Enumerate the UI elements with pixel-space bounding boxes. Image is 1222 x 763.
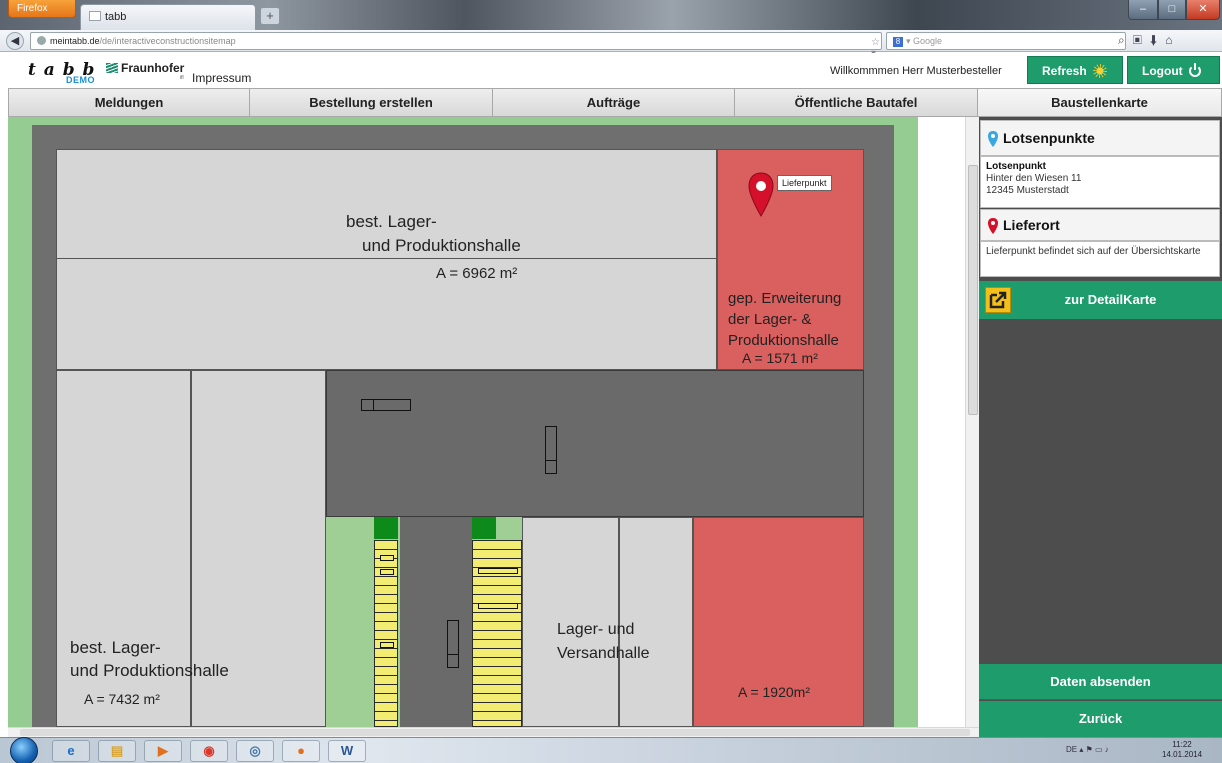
tab-auftraege[interactable]: Aufträge: [493, 88, 735, 117]
truck-icon: [545, 426, 557, 474]
lotsenpunkt-details[interactable]: Lotsenpunkt Hinter den Wiesen 11 12345 M…: [980, 156, 1220, 208]
extension-area-size: A = 1571 m²: [742, 350, 818, 366]
truck-icon: [447, 620, 459, 668]
map-horizontal-scrollbar[interactable]: [8, 727, 979, 737]
tab-meldungen[interactable]: Meldungen: [8, 88, 250, 117]
search-placeholder: Google: [913, 36, 943, 46]
system-tray[interactable]: DE ▴ ⚑ ▭ ♪: [1066, 745, 1109, 754]
lieferort-details: Lieferpunkt befindet sich auf der Übersi…: [980, 241, 1220, 277]
globe-icon: [37, 36, 46, 45]
main-menu: Meldungen Bestellung erstellen Aufträge …: [8, 88, 1222, 117]
clock[interactable]: 11:22 14.01.2014: [1162, 740, 1202, 760]
url-bar[interactable]: meintabb.de/de/interactiveconstructionsi…: [30, 32, 882, 70]
welcome-text: Willkommmen Herr Musterbesteller: [830, 65, 1002, 77]
map-vertical-scrollbar[interactable]: [965, 117, 979, 727]
scroll-thumb[interactable]: [968, 165, 978, 415]
fraunhofer-sub: ifl: [180, 75, 184, 81]
building-left-line2: und Produktionshalle: [70, 661, 229, 680]
lieferpunkt-label: Lieferpunkt: [777, 175, 832, 191]
start-button[interactable]: [10, 737, 38, 763]
maximize-button[interactable]: □: [1158, 0, 1186, 20]
extension-line2: der Lager- &: [728, 311, 812, 328]
browser-navbar: ◀ meintabb.de/de/interactiveconstruction…: [0, 30, 1222, 70]
refresh-sun-icon: [1092, 64, 1107, 78]
firefox-menu-button[interactable]: Firefox: [8, 0, 76, 18]
url-domain: meintabb.de: [50, 36, 100, 46]
planned-area-size: A = 1920m²: [738, 684, 810, 700]
building-top[interactable]: [56, 149, 717, 370]
page-icon: [89, 11, 101, 21]
explorer-folder-icon[interactable]: ▤: [98, 740, 136, 762]
refresh-button[interactable]: Refresh: [1027, 56, 1123, 84]
back-button[interactable]: Zurück: [979, 701, 1222, 737]
detail-map-button[interactable]: zur DetailKarte: [979, 281, 1222, 319]
versand-line1: Lager- und: [557, 621, 635, 638]
tab-title: tabb: [105, 11, 127, 23]
close-window-button[interactable]: ✕: [1186, 0, 1220, 20]
tab-baustellenkarte[interactable]: Baustellenkarte: [978, 88, 1222, 117]
new-tab-button[interactable]: +: [260, 7, 280, 25]
back-arrow-icon[interactable]: ◀: [6, 32, 24, 50]
right-panel: Lotsenpunkte Lotsenpunkt Hinter den Wies…: [979, 117, 1222, 737]
fraunhofer-mark-icon: [106, 63, 118, 73]
lotsenpunkt-city: 12345 Musterstadt: [986, 185, 1069, 196]
search-bar[interactable]: 8 ▾ Google: [886, 32, 1126, 50]
logout-button[interactable]: Logout: [1127, 56, 1220, 84]
toolbar-icons[interactable]: ⌕▣⬇⌂: [1118, 33, 1181, 48]
send-data-button[interactable]: Daten absenden: [979, 664, 1222, 700]
minimize-button[interactable]: –: [1128, 0, 1158, 20]
lotsenpunkt-street: Hinter den Wiesen 11: [986, 173, 1082, 184]
windows-taskbar: e ▤ ▶ ◉ ◎ ● W DE ▴ ⚑ ▭ ♪ 11:22 14.01.201…: [0, 737, 1222, 763]
building-top-area: A = 6962 m²: [436, 265, 518, 282]
building-top-line1: best. Lager-: [346, 212, 437, 231]
impressum-link[interactable]: Impressum: [192, 71, 251, 85]
fraunhofer-logo: Fraunhofer: [106, 61, 184, 75]
power-icon: [1188, 63, 1201, 77]
firefox-icon[interactable]: ●: [282, 740, 320, 762]
demo-label: DEMO: [66, 75, 95, 85]
lieferpunkt-pin-icon[interactable]: [748, 172, 774, 218]
lieferort-pin-icon: [988, 218, 998, 234]
building-left-area: A = 7432 m²: [84, 691, 160, 707]
browser-titlebar: Firefox tabb + – □ ✕: [0, 0, 1222, 30]
external-link-icon: [985, 287, 1011, 313]
green-marker: [374, 517, 398, 539]
lotsenpunkte-header[interactable]: Lotsenpunkte: [980, 120, 1220, 156]
lieferort-header[interactable]: Lieferort: [980, 209, 1220, 241]
chrome-icon[interactable]: ◉: [190, 740, 228, 762]
extension-line1: gep. Erweiterung: [728, 290, 842, 307]
media-player-icon[interactable]: ▶: [144, 740, 182, 762]
site-map[interactable]: best. Lager- und Produktionshalle A = 69…: [8, 117, 965, 727]
lotsenpunkt-pin-icon: [988, 131, 998, 147]
versand-line2: Versandhalle: [557, 645, 650, 662]
scroll-thumb[interactable]: [20, 729, 970, 736]
tab-bestellung-erstellen[interactable]: Bestellung erstellen: [250, 88, 493, 117]
ie-icon[interactable]: e: [52, 740, 90, 762]
driveway: [400, 517, 472, 727]
truck-icon: [361, 399, 411, 411]
lotsenpunkt-name: Lotsenpunkt: [986, 161, 1046, 172]
app-icon[interactable]: ◎: [236, 740, 274, 762]
green-marker: [472, 517, 496, 539]
word-icon[interactable]: W: [328, 740, 366, 762]
building-top-line2: und Produktionshalle: [362, 236, 521, 255]
google-icon: 8: [893, 37, 903, 47]
building-left-line1: best. Lager-: [70, 638, 161, 657]
extension-line3: Produktionshalle: [728, 332, 839, 349]
divider-line: [56, 258, 717, 259]
yard-area: [326, 370, 864, 517]
browser-tab[interactable]: tabb: [80, 4, 256, 30]
url-path: /de/interactiveconstructionsitemap: [99, 36, 236, 46]
tab-oeffentliche-bautafel[interactable]: Öffentliche Bautafel: [735, 88, 978, 117]
